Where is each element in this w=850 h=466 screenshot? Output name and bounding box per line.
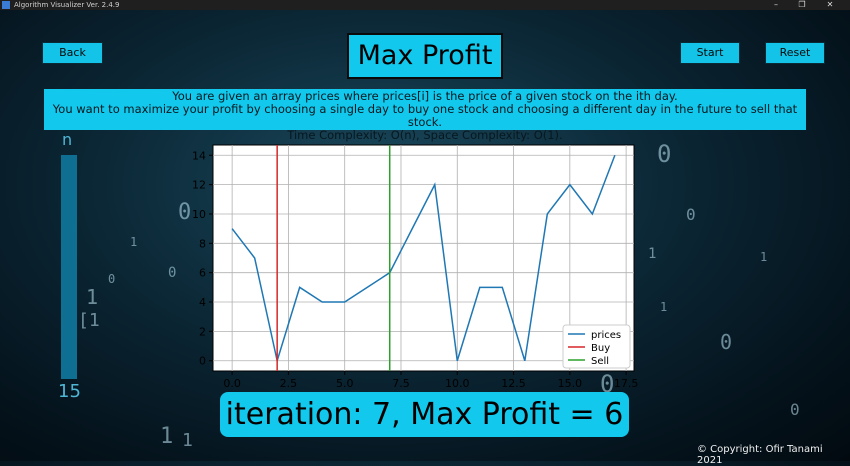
description-line-2: You want to maximize your profit by choo… (44, 103, 806, 129)
y-tick-label: 0 (199, 355, 206, 368)
x-tick-label: 12.5 (501, 377, 526, 390)
legend-label: Buy (591, 343, 610, 354)
window-title: Algorithm Visualizer Ver. 2.4.9 (14, 0, 119, 10)
page-title: Max Profit (347, 33, 503, 79)
y-tick-label: 8 (199, 237, 206, 250)
x-tick-label: 7.5 (392, 377, 410, 390)
slider-label: n (62, 130, 72, 149)
app-icon (2, 1, 10, 9)
y-tick-label: 10 (192, 208, 206, 221)
y-tick-label: 2 (199, 325, 206, 338)
reset-button[interactable]: Reset (765, 42, 825, 64)
chart-legend: prices Buy Sell (563, 325, 630, 368)
x-tick-label: 0.0 (223, 377, 241, 390)
price-chart: 0.0 2.5 5.0 7.5 10.0 12.5 15.0 17.5 0 2 4 6 8 10 12 14 p… (186, 142, 646, 390)
y-tick-label: 12 (192, 179, 206, 192)
start-button[interactable]: Start (680, 42, 740, 64)
back-button[interactable]: Back (42, 42, 103, 64)
slider-value: 15 (58, 381, 81, 402)
chart-svg: 0.0 2.5 5.0 7.5 10.0 12.5 15.0 17.5 0 2 4 6 8 10 12 14 p… (186, 142, 646, 390)
x-tick-label: 2.5 (280, 377, 298, 390)
close-icon[interactable]: ✕ (818, 0, 842, 10)
x-tick-label: 5.0 (336, 377, 354, 390)
y-tick-label: 6 (199, 267, 206, 280)
y-tick-label: 14 (192, 149, 206, 162)
y-tick-label: 4 (199, 296, 206, 309)
legend-label: Sell (591, 356, 609, 367)
window-titlebar: Algorithm Visualizer Ver. 2.4.9 – ❐ ✕ (0, 0, 850, 10)
description-line-3: Time Complexity: O(n), Space Complexity:… (44, 129, 806, 142)
x-tick-label: 15.0 (558, 377, 583, 390)
copyright-text: © Copyright: Ofir Tanami 2021 (697, 444, 850, 466)
size-slider[interactable] (61, 155, 77, 379)
status-text: iteration: 7, Max Profit = 6 (220, 392, 629, 437)
x-tick-label: 10.0 (445, 377, 470, 390)
x-tick-label: 17.5 (614, 377, 639, 390)
minimize-icon[interactable]: – (764, 0, 788, 10)
maximize-icon[interactable]: ❐ (790, 0, 814, 10)
problem-description: You are given an array prices where pric… (44, 89, 806, 130)
legend-label: prices (591, 330, 621, 341)
